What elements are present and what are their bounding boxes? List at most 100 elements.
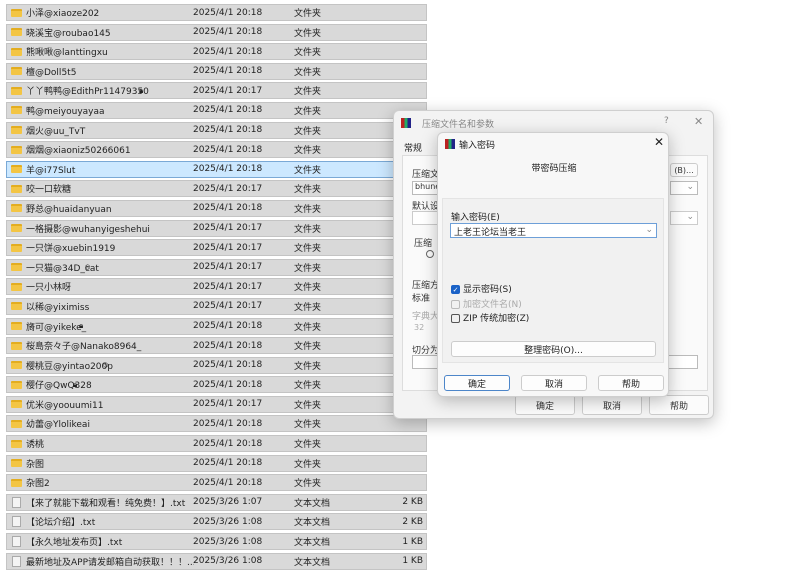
file-name: 烟火@uu_TvT: [26, 126, 86, 137]
folder-icon: [11, 204, 22, 213]
file-date: 2025/4/1 20:17: [193, 183, 263, 194]
folder-icon: [11, 224, 22, 233]
folder-icon: [11, 165, 22, 174]
file-name: 鸭@meiyouyayaa: [26, 106, 105, 117]
method-select[interactable]: 标准: [412, 291, 430, 304]
folder-icon: [11, 106, 22, 115]
file-row[interactable]: 咬一口软糖 2025/4/1 20:17 文件夹: [6, 180, 427, 198]
file-row[interactable]: 杂图2 2025/4/1 20:18 文件夹: [6, 474, 427, 492]
file-row[interactable]: 野总@huaidanyuan 2025/4/1 20:18 文件夹: [6, 199, 427, 217]
close-button[interactable]: ✕: [654, 135, 664, 149]
file-row[interactable]: 桜島奈々子@Nanako8964_ 2025/4/1 20:18 文件夹: [6, 337, 427, 355]
file-row[interactable]: 樱桃豆@yintao200p ⦸ 2025/4/1 20:18 文件夹: [6, 356, 427, 374]
file-name: 一格摄影@wuhanyigeshehui: [26, 224, 150, 235]
password-input[interactable]: 上老王论坛当老王 ⌄: [450, 223, 657, 238]
help-icon[interactable]: ?: [664, 116, 669, 126]
file-row[interactable]: 熊啾啾@lanttingxu 2025/4/1 20:18 文件夹: [6, 43, 427, 61]
file-name: 一只猫@34D_cat: [26, 263, 99, 274]
file-row[interactable]: 羊@i77Slut 2025/4/1 20:18 文件夹: [6, 160, 427, 178]
file-type: 文件夹: [294, 224, 322, 235]
folder-icon: [11, 439, 22, 448]
folder-icon: [11, 322, 22, 330]
file-date: 2025/4/1 20:18: [193, 360, 263, 371]
cancel-button[interactable]: 取消: [521, 375, 587, 391]
file-name: 杂图2: [26, 479, 50, 490]
file-type: 文件夹: [294, 322, 322, 333]
encrypt-names-checkbox[interactable]: 加密文件名(N): [451, 297, 522, 310]
file-row[interactable]: 一只小林呀 2025/4/1 20:17 文件夹: [6, 278, 427, 296]
folder-icon: [11, 28, 22, 37]
file-row[interactable]: 鸭@meiyouyayaa 2025/4/1 20:18 文件夹: [6, 101, 427, 119]
show-password-checkbox[interactable]: ✓ 显示密码(S): [451, 282, 512, 295]
file-type: 文件夹: [294, 440, 322, 451]
file-date: 2025/4/1 20:17: [193, 223, 263, 234]
winrar-logo-icon: [445, 139, 455, 149]
file-row[interactable]: 小泽@xiaoze202 2025/4/1 20:18 文件夹: [6, 4, 427, 21]
organize-passwords-button[interactable]: 整理密码(O)...: [451, 341, 656, 357]
file-size: 1 KB: [402, 556, 423, 567]
dict-select[interactable]: 32: [414, 323, 424, 332]
tab-general[interactable]: 常规: [404, 141, 422, 154]
file-row[interactable]: 烟烟@xiaoniz50266061 2025/4/1 20:18 文件夹: [6, 141, 427, 159]
folder-icon: [11, 478, 22, 487]
cancel-button[interactable]: 取消: [582, 395, 642, 415]
file-row[interactable]: 旖可@yikeke_ 🔒︎ 2025/4/1 20:18 文件夹: [6, 317, 427, 335]
folder-icon: [11, 459, 22, 468]
file-type: 文本文档: [294, 518, 331, 529]
file-row[interactable]: 【论坛介绍】.txt 2025/3/26 1:08 文本文档 2 KB: [6, 513, 427, 531]
file-type: 文件夹: [294, 67, 322, 78]
zip-legacy-checkbox[interactable]: ZIP 传统加密(Z): [451, 311, 529, 324]
folder-icon: [11, 419, 22, 428]
file-row[interactable]: 丫丫鸭鸭@EdithPr11479350 🔒︎ 2025/4/1 20:17 文…: [6, 82, 427, 100]
file-name: 【永久地址发布页】.txt: [26, 538, 123, 549]
file-name: 桜島奈々子@Nanako8964_: [26, 342, 142, 353]
file-name: 羊@i77Slut: [26, 165, 76, 176]
file-row[interactable]: 【永久地址发布页】.txt 2025/3/26 1:08 文本文档 1 KB: [6, 533, 427, 551]
file-name: 烟烟@xiaoniz50266061: [26, 146, 131, 157]
ok-button[interactable]: 确定: [444, 375, 510, 391]
file-row[interactable]: 以稀@yiximiss 2025/4/1 20:17 文件夹: [6, 297, 427, 315]
file-row[interactable]: 最新地址及APP请发邮箱自动获取！！！.... 2025/3/26 1:08 文…: [6, 552, 427, 570]
close-button[interactable]: ✕: [694, 115, 703, 128]
file-row[interactable]: 杂图 2025/4/1 20:18 文件夹: [6, 454, 427, 472]
file-row[interactable]: 幼蕾@Ylolikeai 2025/4/1 20:18 文件夹: [6, 415, 427, 433]
file-row[interactable]: 一只猫@34D_cat ⦸ 2025/4/1 20:17 文件夹: [6, 258, 427, 276]
file-type: 文件夹: [294, 342, 322, 353]
ok-button[interactable]: 确定: [515, 395, 575, 415]
file-type: 文件夹: [294, 28, 322, 39]
file-type: 文件夹: [294, 361, 322, 372]
file-date: 2025/4/1 20:17: [193, 85, 263, 96]
browse-button[interactable]: (B)...: [670, 163, 698, 177]
file-row[interactable]: 烟火@uu_TvT 2025/4/1 20:18 文件夹: [6, 121, 427, 139]
file-name: 檀@Doll5t5: [26, 67, 77, 78]
file-name: 一只小林呀: [26, 283, 72, 294]
file-name: 最新地址及APP请发邮箱自动获取！！！....: [26, 557, 194, 568]
chevron-down-icon[interactable]: ⌄: [645, 225, 653, 236]
file-row[interactable]: 【来了就能下载和观看！纯免费！】.txt 2025/3/26 1:07 文本文档…: [6, 493, 427, 511]
file-list: 小泽@xiaoze202 2025/4/1 20:18 文件夹 晓溪宝@roub…: [6, 4, 427, 572]
file-row[interactable]: 晓溪宝@roubao145 2025/4/1 20:18 文件夹: [6, 23, 427, 41]
file-row[interactable]: 诱桃 2025/4/1 20:18 文件夹: [6, 435, 427, 453]
file-date: 2025/4/1 20:18: [193, 144, 263, 155]
file-type: 文件夹: [294, 479, 322, 490]
file-row[interactable]: 优米@yoouumi11 2025/4/1 20:17 文件夹: [6, 395, 427, 413]
file-row[interactable]: 一格摄影@wuhanyigeshehui 2025/4/1 20:17 文件夹: [6, 219, 427, 237]
format-radio[interactable]: [426, 250, 434, 258]
file-row[interactable]: 樱仔@QwQ328 🔒︎ 2025/4/1 20:18 文件夹: [6, 376, 427, 394]
file-row[interactable]: 一只饼@xuebin1919 2025/4/1 20:17 文件夹: [6, 239, 427, 257]
file-row[interactable]: 檀@Doll5t5 2025/4/1 20:18 文件夹: [6, 62, 427, 80]
file-type: 文件夹: [294, 283, 322, 294]
encrypt-names-label: 加密文件名(N): [463, 300, 522, 310]
blocked-icon: ⦸: [103, 360, 109, 370]
file-date: 2025/4/1 20:18: [193, 458, 263, 469]
help-button[interactable]: 帮助: [598, 375, 664, 391]
file-name: 【论坛介绍】.txt: [26, 518, 96, 529]
file-type: 文件夹: [294, 165, 322, 176]
file-date: 2025/4/1 20:18: [193, 105, 263, 116]
file-type: 文件夹: [294, 9, 322, 19]
dict-label: 字典大: [412, 312, 440, 322]
file-type: 文件夹: [294, 263, 322, 274]
file-type: 文本文档: [294, 498, 331, 509]
help-button[interactable]: 帮助: [649, 395, 709, 415]
file-name: 以稀@yiximiss: [26, 302, 90, 313]
